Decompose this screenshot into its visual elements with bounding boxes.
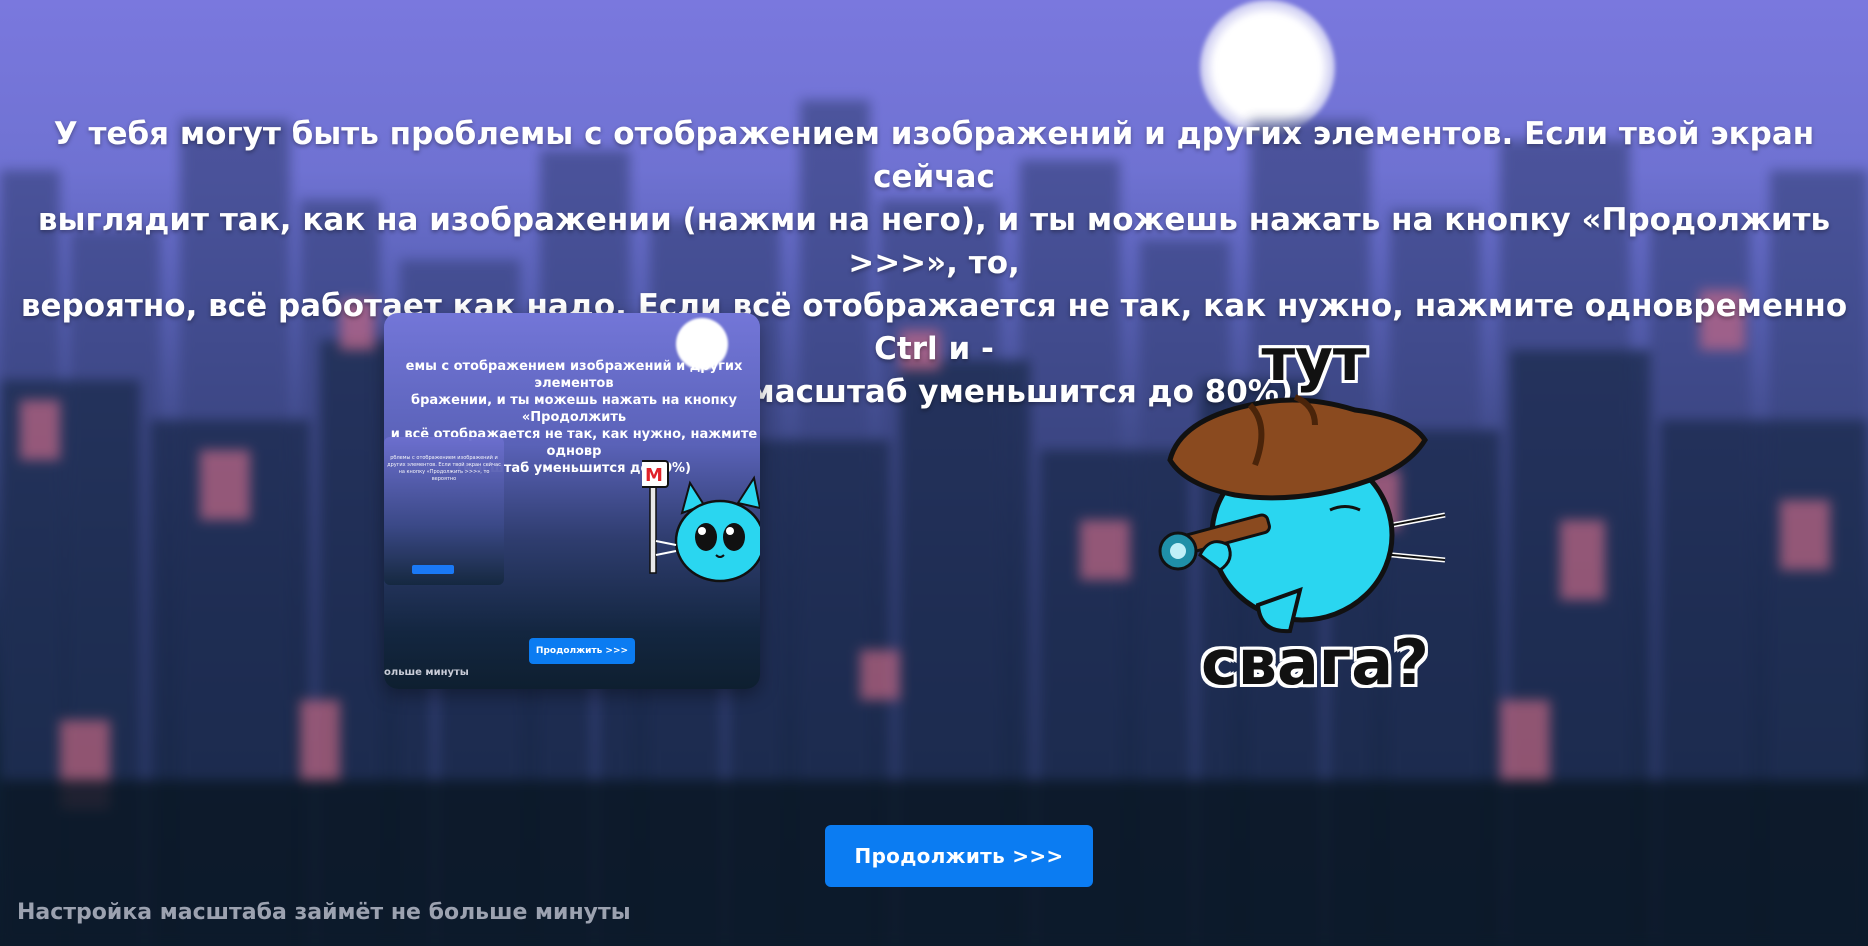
scale-warning-text: У тебя могут быть проблемы с отображение… — [20, 116, 1848, 410]
metro-sign-letter: М — [645, 465, 663, 486]
sticker-top-text: тут — [1261, 326, 1367, 394]
nested-preview-button — [412, 565, 454, 574]
continue-button[interactable]: Продолжить >>> — [825, 825, 1093, 887]
preview-footer-note: ольше минуты — [384, 667, 469, 678]
pirate-cat-icon — [1158, 394, 1446, 634]
scale-setup-note: Настройка масштаба займёт не больше мину… — [17, 900, 631, 925]
nested-preview: рблемы с отображением изображений и друг… — [384, 437, 504, 585]
pirate-cat-sticker: тут свага? — [1140, 330, 1470, 710]
nested-preview-text: рблемы с отображением изображений и друг… — [387, 455, 501, 482]
sticker-bottom-text: свага? — [1200, 626, 1430, 699]
preview-continue-button: Продолжить >>> — [529, 638, 635, 664]
metro-cat-icon: М — [642, 460, 760, 583]
reference-screenshot-preview[interactable]: емы с отображением изображений и других … — [384, 313, 760, 689]
setup-scale-page: У тебя могут быть проблемы с отображение… — [0, 0, 1868, 946]
